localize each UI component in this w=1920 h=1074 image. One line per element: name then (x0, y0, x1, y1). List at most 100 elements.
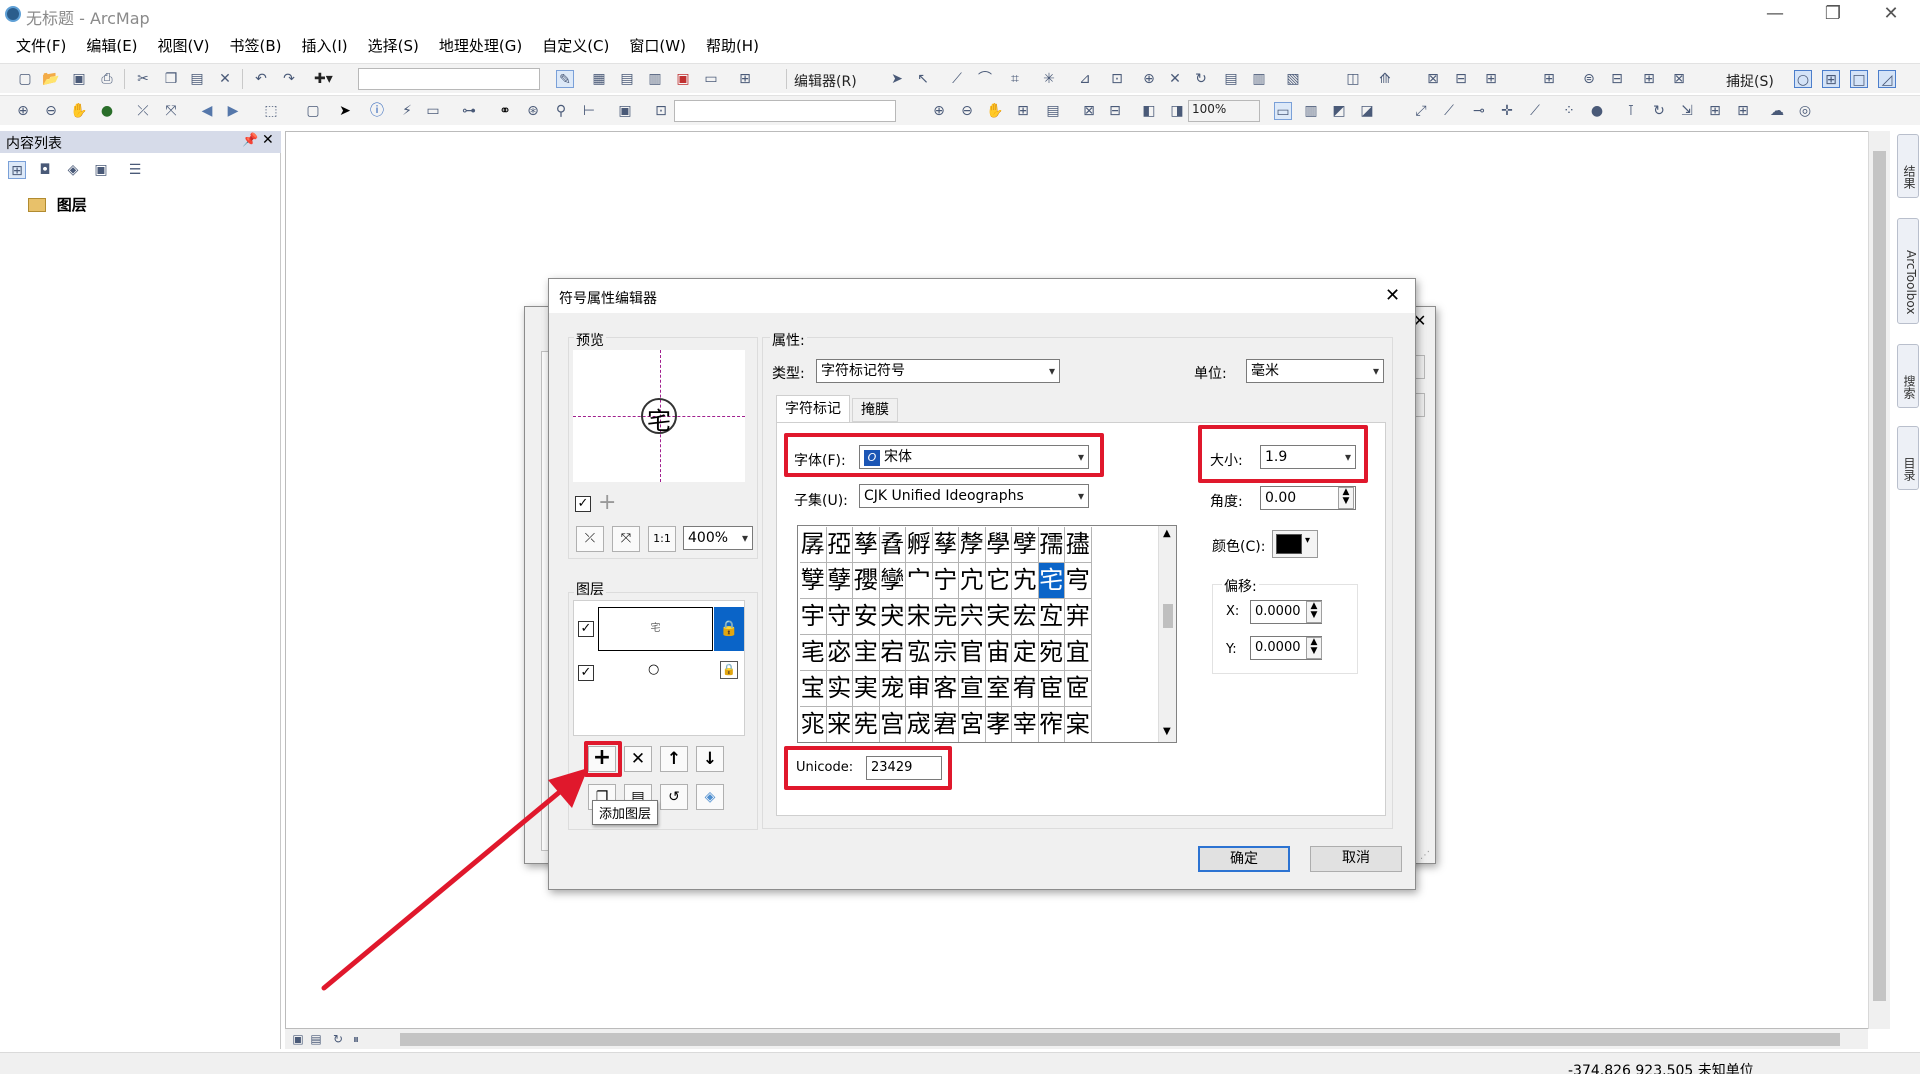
toggle-draft-icon[interactable]: ▭ (1274, 102, 1292, 120)
dots-icon[interactable]: ⁘ (1560, 102, 1578, 120)
find-icon[interactable]: ⚭ (496, 102, 514, 120)
point-icon[interactable]: ✳ (1040, 70, 1058, 88)
glyph-cell[interactable]: 宑 (1065, 599, 1092, 635)
glyph-cell[interactable]: 孶 (932, 527, 959, 563)
grid-2-icon[interactable]: ⊞ (1734, 102, 1752, 120)
move-up-icon[interactable]: ↑ (660, 746, 688, 772)
print-icon[interactable]: ⎙ (98, 70, 116, 88)
glyph-cell[interactable]: 它 (985, 563, 1012, 599)
pan-icon[interactable]: ✋ (70, 102, 88, 120)
goto-xy-icon[interactable]: ⚲ (552, 102, 570, 120)
zoom-100-icon[interactable]: ▤ (1044, 102, 1062, 120)
split-icon[interactable]: ✕ (1166, 70, 1184, 88)
cut-polygon-icon[interactable]: ⊕ (1140, 70, 1158, 88)
menu-help[interactable]: 帮助(H) (696, 35, 769, 56)
edit-tool-icon[interactable]: ➤ (888, 70, 906, 88)
glyph-cell[interactable]: 完 (932, 599, 959, 635)
move-down-icon[interactable]: ↓ (696, 746, 724, 772)
glyph-cell[interactable]: 宇 (800, 599, 827, 635)
glyph-cell[interactable]: 宆 (1065, 563, 1092, 599)
snapping-menu[interactable]: 捕捉(S) (1726, 71, 1774, 91)
zoom-out-icon[interactable]: ⊖ (42, 102, 60, 120)
search-tab[interactable]: 搜索 (1897, 344, 1919, 408)
layer2-lock-icon[interactable]: 🔒 (720, 661, 738, 679)
layer-combo[interactable] (674, 100, 896, 122)
glyph-cell[interactable]: 宧 (1065, 671, 1092, 707)
layout-fixed-in-icon[interactable]: ⊠ (1080, 102, 1098, 120)
layout-zoom-combo[interactable] (1188, 100, 1260, 122)
glyph-cell[interactable]: 宩 (827, 707, 853, 742)
preview-zoom-select[interactable]: 400% ▾ (683, 526, 753, 550)
edit-annotation-icon[interactable]: ↖ (914, 70, 932, 88)
draw-line-icon[interactable]: ⤢ (1412, 102, 1430, 120)
glyph-cell[interactable]: 孳 (853, 527, 880, 563)
glyph-cell[interactable]: 宅 (1038, 563, 1065, 599)
cloud-icon[interactable]: ☁ (1768, 102, 1786, 120)
add-data-icon[interactable]: ✚▾ (314, 70, 333, 88)
actual-size-icon[interactable]: 1:1 (648, 526, 676, 552)
full-extent-icon[interactable]: ● (98, 102, 116, 120)
glyph-cell[interactable]: 宛 (1038, 635, 1065, 671)
redo-icon[interactable]: ↷ (280, 70, 298, 88)
list-by-selection-icon[interactable]: ▣ (92, 161, 110, 179)
data-driven-pages-icon[interactable]: ◪ (1358, 102, 1376, 120)
pause-icon[interactable]: ⏸ (347, 1030, 365, 1048)
glyph-cell[interactable]: 孾 (853, 563, 880, 599)
remove-layer-icon[interactable]: ✕ (624, 746, 652, 772)
pin-icon[interactable]: 📌 (242, 133, 258, 148)
zoom-in-preview-icon[interactable]: ⤫ (576, 526, 604, 552)
glyph-cell[interactable]: 孷 (959, 527, 986, 563)
layer-tag-icon[interactable]: ◈ (696, 784, 724, 810)
offset-x-spinner[interactable]: ▲ ▼ (1306, 601, 1322, 623)
reset-layer-icon[interactable]: ↺ (660, 784, 688, 810)
glyph-cell[interactable]: 宄 (1012, 563, 1039, 599)
layer2-checkbox[interactable]: ✓ (578, 665, 594, 681)
menu-windows[interactable]: 窗口(W) (619, 35, 696, 56)
glyph-scrollbar[interactable]: ▲ ▼ (1158, 526, 1176, 742)
topology-icon[interactable]: ⟰ (1376, 70, 1394, 88)
glyph-cell[interactable]: 宦 (1038, 671, 1065, 707)
rotate-icon[interactable]: ↻ (1192, 70, 1210, 88)
list-by-source-icon[interactable]: ◘ (36, 161, 54, 179)
focus-frame-icon[interactable]: ▥ (1302, 102, 1320, 120)
cross-icon[interactable]: ✛ (1498, 102, 1516, 120)
glyph-cell[interactable]: 孱 (800, 527, 827, 563)
layout-zoom-in-icon[interactable]: ⊕ (930, 102, 948, 120)
change-layout-icon[interactable]: ◩ (1330, 102, 1348, 120)
glyph-cell[interactable]: 客 (932, 671, 959, 707)
glyph-cell[interactable]: 宒 (800, 635, 827, 671)
glyph-cell[interactable]: 宬 (906, 707, 933, 742)
straight-segment-icon[interactable]: ⟋ (948, 70, 966, 88)
edge-snap-icon[interactable]: ◿ (1878, 70, 1896, 88)
glyph-cell[interactable]: 孻 (1065, 527, 1092, 563)
vertical-scrollbar[interactable] (1868, 131, 1890, 1029)
zoom-out-preview-icon[interactable]: ⤧ (612, 526, 640, 552)
tab-mask[interactable]: 掩膜 (852, 398, 898, 422)
menu-edit[interactable]: 编辑(E) (76, 35, 147, 56)
seal-icon[interactable]: ◎ (1796, 102, 1814, 120)
glyph-cell[interactable]: 宗 (932, 635, 959, 671)
refresh-icon[interactable]: ↻ (329, 1030, 347, 1048)
layout-forward-icon[interactable]: ◨ (1168, 102, 1186, 120)
arctoolbox-tab[interactable]: ArcToolbox (1897, 218, 1919, 324)
glyph-grid[interactable]: 孱孲孳孴孵孶孷學孹孺孻孼孽孾孿宀宁宂它宄宅宆宇守安宊宋完宍宎宏宐宑宒宓宔宕宖宗官… (797, 525, 1177, 743)
find-route-icon[interactable]: ⊛ (524, 102, 542, 120)
new-icon[interactable]: ▢ (16, 70, 34, 88)
georef-icon[interactable]: ◫ (1344, 70, 1362, 88)
glyph-cell[interactable]: 宠 (879, 671, 906, 707)
angle-spinner[interactable]: ▲ ▼ (1338, 487, 1354, 509)
glyph-cell[interactable]: 宎 (985, 599, 1012, 635)
glyph-cell[interactable]: 宪 (853, 707, 880, 742)
glyph-cell[interactable]: 室 (985, 671, 1012, 707)
tab-character-marker[interactable]: 字符标记 (776, 395, 850, 423)
glyph-cell[interactable]: 宥 (1012, 671, 1039, 707)
select-features-icon[interactable]: ⬚ (262, 102, 280, 120)
glyph-cell[interactable]: 宓 (826, 635, 853, 671)
table-icon[interactable]: ▦ (590, 70, 608, 88)
glyph-cell[interactable]: 宊 (879, 599, 906, 635)
subset-select[interactable]: CJK Unified Ideographs ▾ (859, 484, 1089, 508)
color-dropdown-icon[interactable]: ▾ (1305, 535, 1310, 546)
zoom-in-icon[interactable]: ⊕ (14, 102, 32, 120)
menu-bookmarks[interactable]: 书签(B) (220, 35, 292, 56)
preview-add-icon[interactable]: + (598, 490, 616, 515)
